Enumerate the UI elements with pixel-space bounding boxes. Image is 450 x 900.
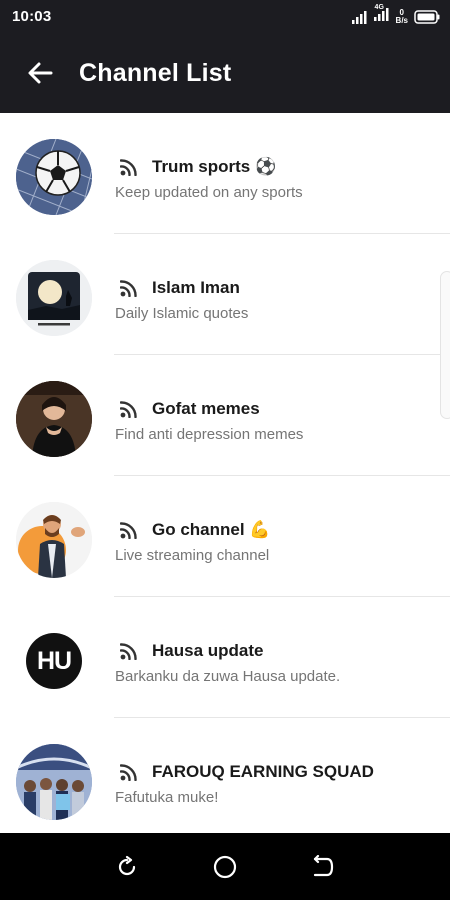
speed-unit: B/s xyxy=(395,15,408,25)
rss-icon xyxy=(120,643,137,660)
channel-title-row: Trum sports ⚽ xyxy=(120,157,276,177)
channel-description: Fafutuka muke! xyxy=(115,789,219,806)
rss-icon xyxy=(120,764,137,781)
rss-icon xyxy=(120,522,137,539)
status-time: 10:03 xyxy=(12,8,52,25)
recent-apps-button[interactable] xyxy=(107,847,147,887)
channel-item[interactable]: Trum sports ⚽ Keep updated on any sports xyxy=(0,113,450,234)
rss-icon xyxy=(120,401,137,418)
channel-item[interactable]: Gofat memes Find anti depression memes xyxy=(0,355,450,476)
hausa-logo-text: HU xyxy=(36,646,72,675)
channel-title-row: Gofat memes xyxy=(120,399,260,419)
rss-icon xyxy=(120,159,137,176)
channel-name: Hausa update xyxy=(152,641,264,660)
avatar-islam-iman xyxy=(16,260,92,336)
channel-item[interactable]: Go channel 💪 Live streaming channel xyxy=(0,476,450,597)
network-type: 4G xyxy=(374,4,384,11)
channel-title-row: Go channel 💪 xyxy=(120,520,270,540)
recent-apps-icon xyxy=(118,855,136,875)
status-bar: 10:03 4G 0 B/s xyxy=(0,0,450,33)
channel-title-row: FAROUQ EARNING SQUAD xyxy=(120,762,374,782)
channel-name: Go channel 💪 xyxy=(152,520,271,539)
home-icon xyxy=(213,855,237,878)
back-nav-button[interactable] xyxy=(303,847,343,887)
channel-list: Trum sports ⚽ Keep updated on any sports… xyxy=(0,113,450,833)
system-navigation-bar xyxy=(0,833,450,900)
status-indicators: 4G 0 B/s xyxy=(351,4,440,26)
arrow-left-icon xyxy=(28,62,53,84)
rss-icon xyxy=(120,280,137,297)
page-title: Channel List xyxy=(79,58,232,87)
avatar-trum-sports xyxy=(16,139,92,215)
signal-icon xyxy=(351,10,367,24)
avatar-go-channel xyxy=(16,502,92,578)
back-icon xyxy=(313,854,334,876)
scroll-handle[interactable] xyxy=(440,271,450,419)
channel-description: Barkanku da zuwa Hausa update. xyxy=(115,668,341,685)
channel-item[interactable]: FAROUQ EARNING SQUAD Fafutuka muke! xyxy=(0,718,450,833)
avatar-farouq-earning-squad xyxy=(16,744,92,820)
app-bar: Channel List xyxy=(0,33,450,113)
channel-title-row: Hausa update xyxy=(120,641,263,661)
channel-description: Live streaming channel xyxy=(115,547,270,564)
channel-item[interactable]: Islam Iman Daily Islamic quotes xyxy=(0,234,450,355)
channel-name: FAROUQ EARNING SQUAD xyxy=(152,762,374,781)
avatar-gofat-memes xyxy=(16,381,92,457)
back-button[interactable] xyxy=(26,59,54,87)
home-button[interactable] xyxy=(205,847,245,887)
channel-description: Daily Islamic quotes xyxy=(115,305,249,322)
channel-name: Trum sports ⚽ xyxy=(152,157,277,176)
channel-description: Keep updated on any sports xyxy=(115,184,303,201)
channel-item[interactable]: HU Hausa update Barkanku da zuwa Hausa u… xyxy=(0,597,450,718)
signal-4g-icon: 4G xyxy=(373,4,390,26)
network-speed: 0 B/s xyxy=(395,8,408,25)
channel-title-row: Islam Iman xyxy=(120,278,240,298)
battery-icon xyxy=(414,9,440,24)
channel-description: Find anti depression memes xyxy=(115,426,304,443)
channel-name: Islam Iman xyxy=(152,278,240,297)
avatar-hausa-update: HU xyxy=(16,623,92,699)
channel-name: Gofat memes xyxy=(152,399,260,418)
